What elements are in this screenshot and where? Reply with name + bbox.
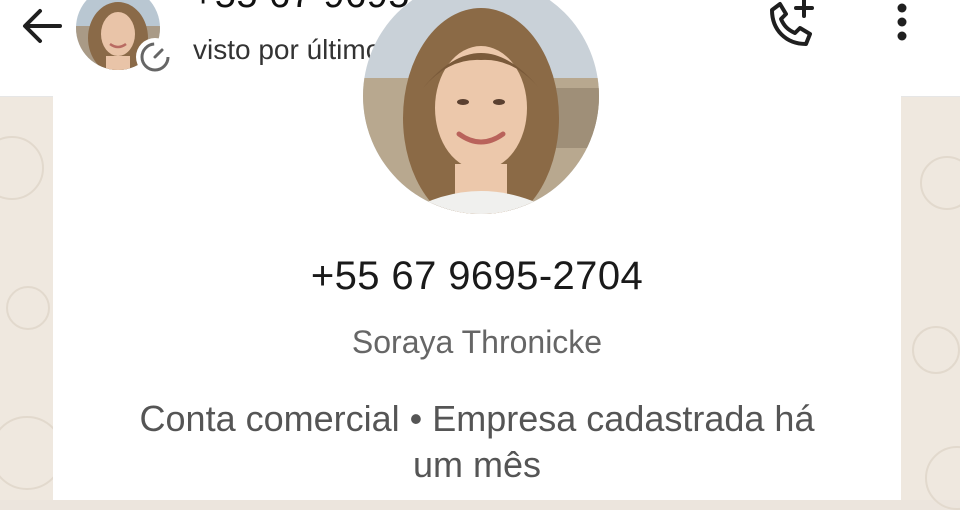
more-vert-icon [897,3,907,41]
timer-icon [136,38,174,76]
contact-phone-number: +55 67 9695-2704 [310,254,644,298]
header-avatar[interactable] [76,0,174,76]
contact-info-card: +55 67 9695-2704 Soraya Thronicke Conta … [53,0,901,500]
add-call-icon [770,0,814,46]
back-button[interactable] [18,2,66,50]
contact-push-name: Soraya Thronicke [351,324,603,360]
arrow-back-icon [23,9,62,43]
profile-photo[interactable] [363,0,599,214]
add-call-button[interactable] [760,0,820,54]
more-options-button[interactable] [882,0,922,52]
business-account-info: Conta comercial • Empresa cadastrada há … [139,398,815,485]
